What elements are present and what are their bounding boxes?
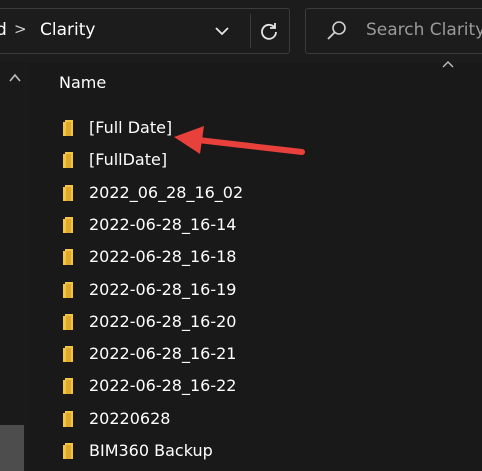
list-item[interactable]: 2022-06-28_16-21 bbox=[46, 339, 466, 369]
breadcrumb-previous[interactable]: d bbox=[0, 20, 7, 40]
list-item[interactable]: 2022_06_28_16_02 bbox=[46, 178, 466, 208]
folder-icon bbox=[63, 378, 73, 395]
navigation-pane bbox=[0, 63, 30, 471]
list-item-label: 2022-06-28_16-20 bbox=[89, 311, 237, 331]
list-item[interactable]: BIM360 Backup bbox=[46, 436, 466, 466]
folder-icon bbox=[63, 152, 73, 169]
list-item[interactable]: 2022-06-28_16-20 bbox=[46, 307, 466, 337]
folder-icon bbox=[63, 249, 73, 266]
chevron-up-icon[interactable] bbox=[442, 60, 454, 68]
list-item-label: 2022-06-28_16-18 bbox=[89, 247, 237, 267]
list-item[interactable]: 20220628 bbox=[46, 404, 466, 434]
folder-icon bbox=[63, 216, 73, 233]
address-history-dropdown-button[interactable] bbox=[207, 16, 237, 46]
list-item[interactable]: 2022-06-28_16-14 bbox=[46, 210, 466, 240]
list-item[interactable]: 2022-06-28_16-18 bbox=[46, 242, 466, 272]
folder-icon bbox=[63, 281, 73, 298]
search-icon bbox=[327, 21, 346, 40]
refresh-button[interactable] bbox=[250, 14, 287, 48]
folder-icon bbox=[63, 313, 73, 330]
red-arrow-annotation bbox=[174, 126, 305, 155]
list-item-label: 2022-06-28_16-22 bbox=[89, 376, 237, 396]
list-item-label: [Full Date] bbox=[89, 118, 173, 137]
file-explorer-window: d > Clarity Search Clarity Name [Full Da… bbox=[0, 0, 482, 471]
chevron-down-icon bbox=[215, 27, 229, 36]
list-item-label: 2022-06-28_16-14 bbox=[89, 214, 237, 234]
breadcrumb-separator[interactable]: > bbox=[14, 20, 27, 38]
list-item-label: [FullDate] bbox=[89, 150, 168, 170]
toolbar: d > Clarity Search Clarity bbox=[0, 0, 482, 63]
list-item-label: 20220628 bbox=[89, 408, 171, 428]
list-item-label: 2022-06-28_16-19 bbox=[89, 279, 237, 299]
search-input[interactable]: Search Clarity bbox=[366, 20, 482, 40]
folder-icon bbox=[63, 346, 73, 363]
list-item[interactable]: 2022-06-28_16-22 bbox=[46, 371, 466, 401]
folder-icon bbox=[63, 410, 73, 427]
folder-icon bbox=[63, 184, 73, 201]
folder-icon bbox=[63, 120, 73, 136]
folder-icon bbox=[63, 443, 73, 459]
navigation-scrollbar-thumb[interactable] bbox=[0, 425, 24, 471]
refresh-icon bbox=[261, 23, 277, 40]
list-item-label: BIM360 Backup bbox=[89, 441, 213, 460]
list-item[interactable]: 2022-06-28_16-19 bbox=[46, 275, 466, 305]
list-item-label: 2022-06-28_16-21 bbox=[89, 344, 237, 364]
column-header-name[interactable]: Name bbox=[59, 73, 106, 92]
list-item-label: 2022_06_28_16_02 bbox=[89, 182, 244, 202]
breadcrumb-current-folder[interactable]: Clarity bbox=[40, 20, 95, 40]
scroll-up-arrow-icon[interactable] bbox=[6, 71, 24, 85]
